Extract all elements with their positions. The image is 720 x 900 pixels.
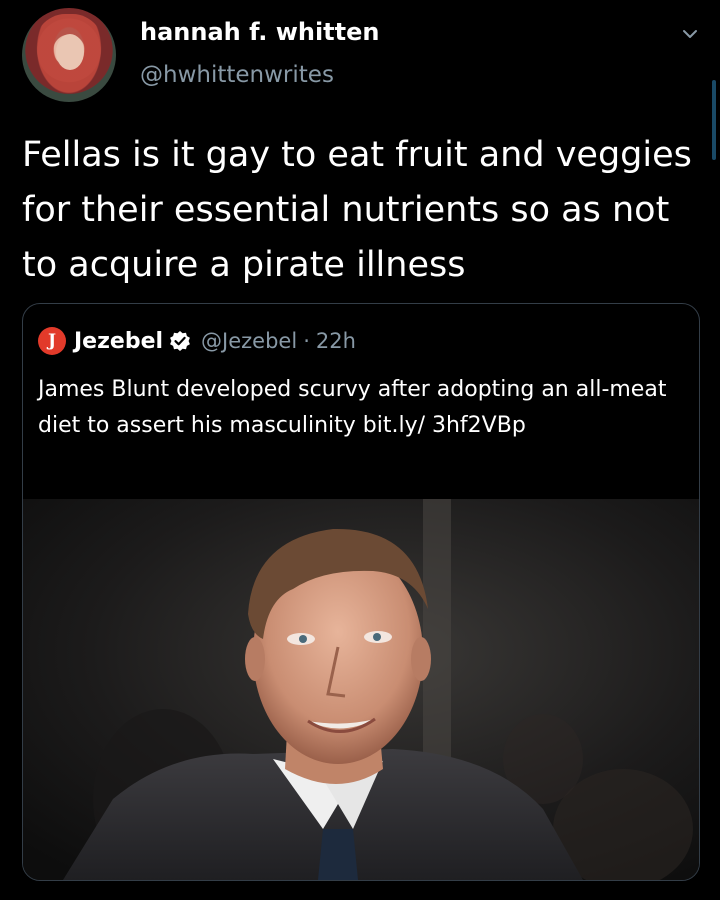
jezebel-logo-letter: J <box>47 330 57 351</box>
quoted-source-name[interactable]: Jezebel <box>74 329 163 354</box>
scrollbar[interactable] <box>712 80 716 160</box>
quoted-handle[interactable]: @Jezebel <box>201 329 297 353</box>
chevron-down-icon[interactable] <box>680 24 700 44</box>
quoted-tweet-text: James Blunt developed scurvy after adopt… <box>38 377 667 438</box>
avatar[interactable] <box>22 8 116 102</box>
quoted-tweet[interactable]: J Jezebel @Jezebel · 22h James Blunt dev… <box>22 303 700 881</box>
verified-badge-icon <box>170 331 190 351</box>
author-handle[interactable]: @hwhittenwrites <box>140 62 334 88</box>
tweet: hannah f. whitten @hwhittenwrites Fellas… <box>0 0 720 900</box>
tweet-text: Fellas is it gay to eat fruit and veggie… <box>22 135 692 285</box>
avatar-face <box>56 34 84 70</box>
author-display-name[interactable]: hannah f. whitten <box>140 18 379 46</box>
jezebel-logo-icon: J <box>38 327 66 355</box>
quoted-tweet-header: J Jezebel @Jezebel · 22h <box>38 326 356 356</box>
quoted-timestamp[interactable]: 22h <box>316 329 356 353</box>
news-photo[interactable] <box>23 499 699 880</box>
photo-illustration <box>23 499 699 880</box>
meta-separator: · <box>303 329 310 353</box>
